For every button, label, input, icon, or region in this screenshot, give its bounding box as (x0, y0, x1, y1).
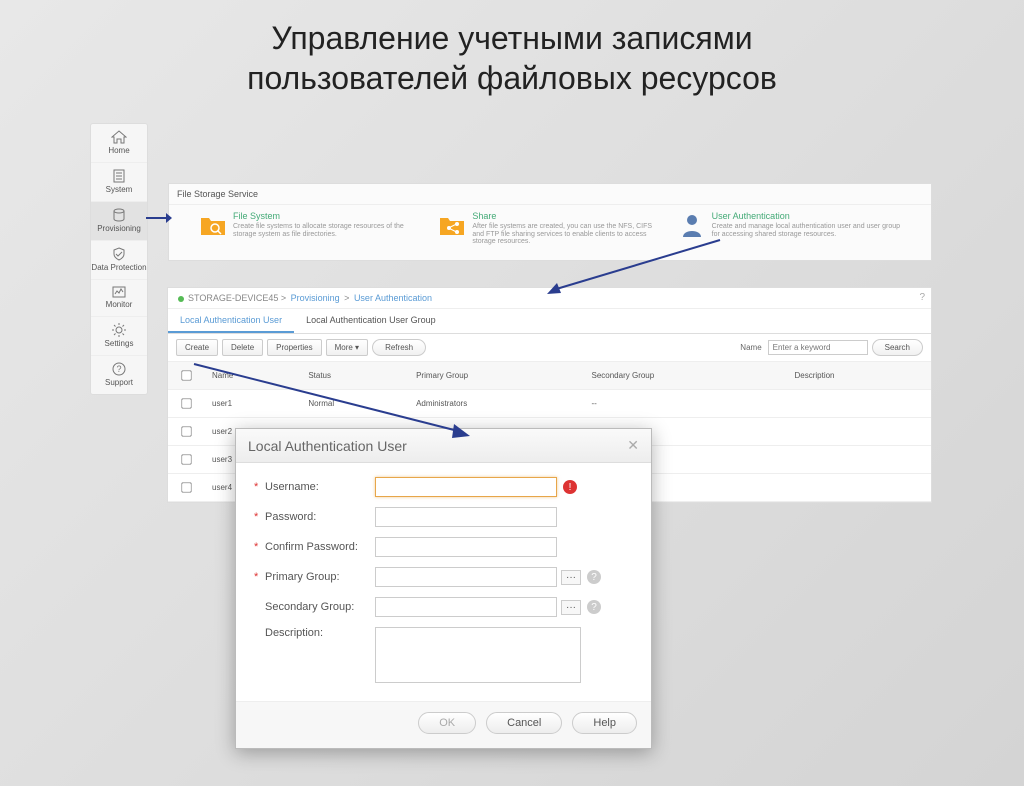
search-label: Name (740, 343, 761, 352)
folder-share-icon (438, 211, 466, 239)
description-input[interactable] (375, 627, 581, 683)
close-icon[interactable]: ✕ (627, 437, 639, 454)
dialog-footer: OK Cancel Help (236, 701, 651, 748)
error-icon: ! (563, 480, 577, 494)
home-icon (111, 130, 127, 144)
create-user-dialog: Local Authentication User ✕ *Username:! … (235, 428, 652, 749)
sidebar-label: Settings (105, 339, 134, 348)
help-icon[interactable]: ? (587, 600, 601, 614)
search-input[interactable] (768, 340, 868, 355)
crumb-user-auth[interactable]: User Authentication (354, 293, 432, 303)
ok-button[interactable]: OK (418, 712, 476, 734)
password-label: Password: (265, 511, 375, 523)
row-checkbox[interactable] (181, 426, 191, 436)
help-icon[interactable]: ? (919, 292, 925, 303)
sidebar-label: Home (108, 146, 129, 155)
sidebar-label: System (106, 185, 133, 194)
question-icon: ? (112, 362, 126, 376)
secondary-group-input[interactable] (375, 597, 557, 617)
help-icon[interactable]: ? (587, 570, 601, 584)
toolbar: Create Delete Properties More ▾ Refresh … (168, 334, 931, 362)
primary-group-input[interactable] (375, 567, 557, 587)
sidebar-item-system[interactable]: System (91, 163, 147, 202)
crumb-provisioning[interactable]: Provisioning (291, 293, 340, 303)
properties-button[interactable]: Properties (267, 339, 321, 356)
arrow-annotation (192, 362, 472, 442)
tab-local-group[interactable]: Local Authentication User Group (294, 309, 448, 333)
sidebar-item-provisioning[interactable]: Provisioning (91, 202, 147, 241)
list-icon (112, 169, 126, 183)
sidebar-item-settings[interactable]: Settings (91, 317, 147, 356)
sidebar-item-data-protection[interactable]: Data Protection (91, 241, 147, 280)
shield-icon (112, 247, 126, 261)
confirm-password-input[interactable] (375, 537, 557, 557)
refresh-button[interactable]: Refresh (372, 339, 426, 356)
sidebar: Home System Provisioning Data Protection… (90, 123, 148, 395)
sidebar-item-monitor[interactable]: Monitor (91, 280, 147, 317)
drive-icon (112, 208, 126, 222)
sidebar-item-support[interactable]: ? Support (91, 356, 147, 394)
help-button[interactable]: Help (572, 712, 637, 734)
primary-group-label: Primary Group: (265, 571, 375, 583)
monitor-icon (112, 286, 126, 298)
gear-icon (112, 323, 126, 337)
tab-local-user[interactable]: Local Authentication User (168, 309, 294, 333)
username-label: Username: (265, 481, 375, 493)
sidebar-label: Data Protection (91, 263, 146, 272)
sidebar-item-home[interactable]: Home (91, 124, 147, 163)
cancel-button[interactable]: Cancel (486, 712, 562, 734)
sidebar-label: Support (105, 378, 133, 387)
row-checkbox[interactable] (181, 454, 191, 464)
row-checkbox[interactable] (181, 482, 191, 492)
delete-button[interactable]: Delete (222, 339, 263, 356)
sidebar-label: Provisioning (97, 224, 141, 233)
svg-text:?: ? (116, 364, 121, 374)
confirm-label: Confirm Password: (265, 541, 375, 553)
username-input[interactable] (375, 477, 557, 497)
secondary-group-label: Secondary Group: (265, 601, 375, 613)
description-label: Description: (265, 627, 375, 639)
svc-file-system[interactable]: File SystemCreate file systems to alloca… (199, 211, 422, 246)
tabs: Local Authentication User Local Authenti… (168, 309, 931, 334)
user-icon (678, 211, 706, 239)
arrow-annotation (545, 238, 725, 298)
folder-search-icon (199, 211, 227, 239)
password-input[interactable] (375, 507, 557, 527)
arrow-annotation (146, 210, 172, 226)
browse-primary-group[interactable]: ··· (561, 570, 581, 585)
slide-title: Управление учетными записями пользовател… (60, 18, 964, 98)
search-button[interactable]: Search (872, 339, 923, 356)
row-checkbox[interactable] (181, 398, 191, 408)
sidebar-label: Monitor (106, 300, 133, 309)
browse-secondary-group[interactable]: ··· (561, 600, 581, 615)
more-button[interactable]: More ▾ (326, 339, 368, 356)
create-button[interactable]: Create (176, 339, 218, 356)
select-all-checkbox[interactable] (181, 370, 191, 380)
service-panel-title: File Storage Service (169, 184, 931, 205)
